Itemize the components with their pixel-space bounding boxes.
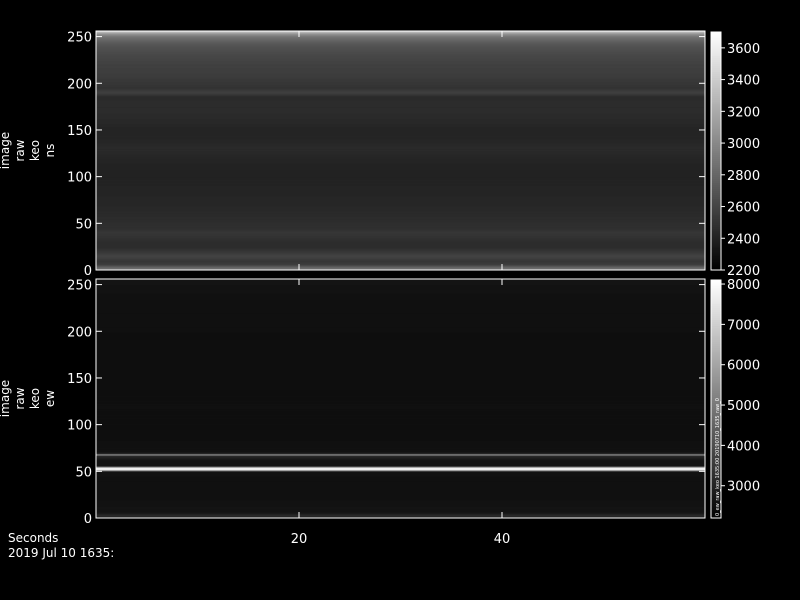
colorbar-annotation: 0_ew_raw_keo 1635:00 20190710_1635_raw_0 [715,398,721,516]
y-axis-label-word: ew [43,390,57,407]
heatmap-image [96,31,705,271]
y-tick-label: 150 [67,124,92,139]
y-axis-label-word: keo [28,140,42,161]
y-axis-label: image raw keo ns [0,132,57,169]
y-tick-label: 200 [67,77,92,92]
y-tick-label: 100 [67,419,92,434]
x-tick-label: 20 [291,532,308,547]
colorbar-tick-label: 3600 [727,42,760,57]
y-tick-label: 0 [84,264,92,279]
y-tick-label: 200 [67,325,92,340]
y-tick-label: 150 [67,372,92,387]
y-axis-label-word: ns [43,144,57,158]
colorbar-tick-label: 4000 [727,439,760,454]
colorbar-tick-label: 3200 [727,105,760,120]
colorbar-tick-label: 2800 [727,169,760,184]
colorbar-tick-label: 5000 [727,399,760,414]
y-tick-label: 50 [75,217,92,232]
y-axis-label-word: image [0,380,12,417]
y-axis-label: image raw keo ew [0,380,57,417]
keogram-figure: 050100150200250image raw keo ns220024002600… [0,30,760,547]
top-panel: 0 50 100 150 200 250 image raw keo ns 2200 2400 2600… [0,30,760,279]
colorbar-tick-label: 3400 [727,74,760,89]
y-tick-label: 250 [67,31,92,46]
colorbar-tick-label: 2400 [727,232,760,247]
y-axis-label-word: raw [13,387,27,409]
colorbar-tick-label: 2600 [727,201,760,216]
colorbar-tick-label: 3000 [727,480,760,495]
y-tick-label: 50 [75,465,92,480]
y-axis-label-word: image [0,132,12,169]
y-tick-label: 100 [67,171,92,186]
bottom-panel: 0 50 100 150 200 250 20 40 image raw keo ew 3000 4000… [0,278,760,547]
x-axis-label: Seconds [8,531,59,545]
colorbar-tick-label: 6000 [727,359,760,374]
timestamp-label: 2019 Jul 10 1635: [8,546,115,560]
y-axis-label-word: raw [13,139,27,161]
y-tick-label: 250 [67,279,92,294]
y-axis-label-word: keo [28,388,42,409]
colorbar-tick-label: 2200 [727,264,760,279]
colorbar-tick-label: 7000 [727,318,760,333]
colorbar-tick-label: 8000 [727,278,760,293]
colorbar: 3000 4000 5000 6000 7000 8000 0_ew_raw_keo 163… [710,278,760,519]
colorbar: 2200 2400 2600 2800 3000 3200 3400 3600 [710,31,760,279]
colorbar-tick-label: 3000 [727,137,760,152]
x-tick-label: 40 [494,532,511,547]
y-tick-label: 0 [84,512,92,527]
heatmap-image [96,279,705,519]
